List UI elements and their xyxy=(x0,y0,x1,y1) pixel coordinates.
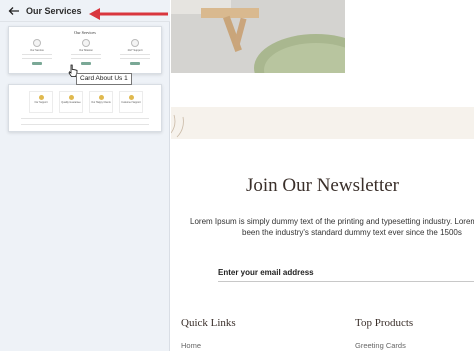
service-text-placeholder xyxy=(71,54,101,59)
page-preview: Join Our Newsletter Lorem Ipsum is simpl… xyxy=(171,0,474,351)
sidebar-title: Our Services xyxy=(26,5,82,16)
service-caption: Our Mission xyxy=(79,49,93,52)
service-icon xyxy=(82,39,90,47)
services-card-thumbnail-2[interactable]: Our Support Quality Guarantee Our Happy … xyxy=(8,84,162,132)
service-caption: 24/7 Support xyxy=(127,49,143,52)
blocks-sidebar: Our Services Our Services Our Service Ou… xyxy=(0,0,170,351)
thumbnail-title: Our Services xyxy=(74,30,96,35)
service-icon xyxy=(33,39,41,47)
thumbnail-feature-item: Our Happy Clients xyxy=(89,91,113,113)
feature-caption: Customer Support xyxy=(121,101,141,104)
block-tooltip: Card About Us 1 xyxy=(76,73,132,85)
email-input-underline xyxy=(218,281,474,282)
newsletter-title: Join Our Newsletter xyxy=(245,175,400,196)
thumbnail-text-placeholder xyxy=(21,118,149,125)
hero-image xyxy=(171,0,345,73)
annotation-arrow-icon xyxy=(89,8,168,20)
service-text-placeholder xyxy=(120,54,150,59)
thumbnail-service-item: Our Mission xyxy=(66,39,106,65)
feature-caption: Our Happy Clients xyxy=(91,101,111,104)
footer-link-home[interactable]: Home xyxy=(181,341,201,350)
top-products-title: Top Products xyxy=(355,317,414,329)
thumbnail-feature-item: Customer Support xyxy=(119,91,143,113)
thumbnail-feature-item: Our Support xyxy=(29,91,53,113)
feature-caption: Quality Guarantee xyxy=(61,101,81,104)
services-card-thumbnail-1[interactable]: Our Services Our Service Our Mission 24/… xyxy=(8,26,162,74)
back-arrow-icon[interactable] xyxy=(4,0,24,22)
feature-icon xyxy=(128,95,134,100)
thumbnail-feature-item: Quality Guarantee xyxy=(59,91,83,113)
feature-caption: Our Support xyxy=(34,101,48,104)
service-icon xyxy=(131,39,139,47)
feature-icon xyxy=(38,95,44,100)
feature-icon xyxy=(68,95,74,100)
email-input[interactable]: Enter your email address xyxy=(218,268,314,277)
service-button xyxy=(32,62,42,65)
service-text-placeholder xyxy=(22,54,52,59)
service-caption: Our Service xyxy=(30,49,44,52)
footer-link-greeting-cards[interactable]: Greeting Cards xyxy=(355,341,406,350)
newsletter-description: Lorem Ipsum is simply dummy text of the … xyxy=(190,216,474,238)
newsletter-text-line: Lorem Ipsum is simply dummy text of the … xyxy=(190,217,474,226)
newsletter-text-line: been the industry's standard dummy text … xyxy=(242,228,462,237)
service-button xyxy=(130,62,140,65)
decorative-band xyxy=(171,107,474,139)
quick-links-title: Quick Links xyxy=(181,317,236,329)
service-button xyxy=(81,62,91,65)
thumbnail-service-item: 24/7 Support xyxy=(115,39,155,65)
feature-icon xyxy=(98,95,104,100)
thumbnail-service-item: Our Service xyxy=(17,39,57,65)
